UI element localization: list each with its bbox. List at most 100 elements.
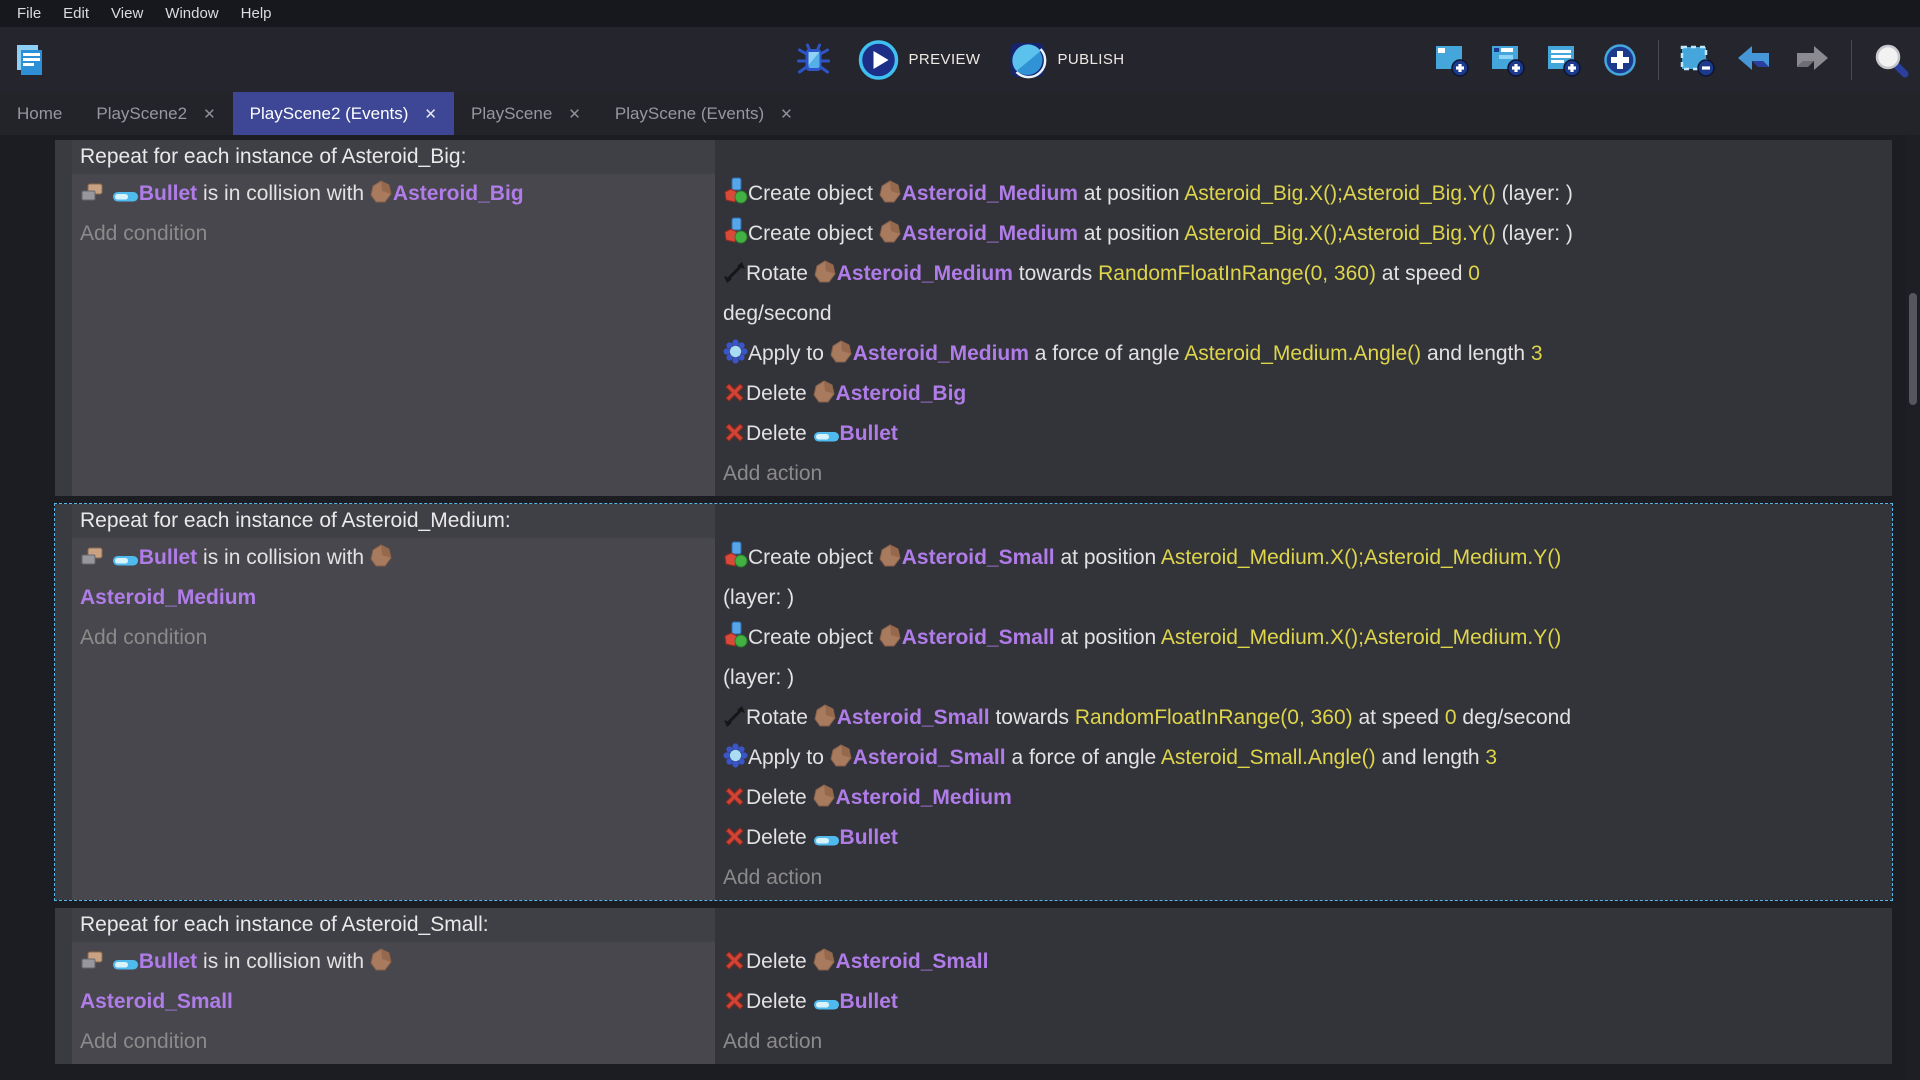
add-comment-icon[interactable]	[1546, 43, 1582, 77]
action-row[interactable]: Delete Bullet	[715, 414, 1892, 454]
action-row[interactable]: Rotate Asteroid_Small towards RandomFloa…	[715, 698, 1892, 738]
row-text: Delete	[746, 786, 813, 809]
action-row[interactable]: Delete Asteroid_Big	[715, 374, 1892, 414]
row-text: Rotate	[746, 262, 814, 285]
asteroid-icon	[813, 942, 836, 982]
event-left-column: Repeat for each instance of Asteroid_Med…	[72, 504, 715, 900]
row-text: deg/second	[723, 302, 832, 325]
play-icon	[858, 39, 900, 81]
conditions-panel: Bullet is in collision with Asteroid_Sma…	[72, 942, 715, 1064]
menu-help[interactable]: Help	[230, 0, 283, 27]
add-action-button[interactable]: Add action	[715, 454, 1892, 494]
object-name: Bullet	[840, 422, 898, 445]
action-row[interactable]: Create object Asteroid_Small at position…	[715, 618, 1892, 698]
add-condition-button[interactable]: Add condition	[72, 1022, 715, 1062]
expression-value: Asteroid_Medium.X();Asteroid_Medium.Y()	[1161, 626, 1561, 649]
add-action-button[interactable]: Add action	[715, 1022, 1892, 1062]
condition-row[interactable]: Bullet is in collision with Asteroid_Big	[72, 174, 715, 214]
actions-panel: Create object Asteroid_Small at position…	[715, 504, 1892, 900]
publish-button[interactable]: PUBLISH	[1006, 39, 1124, 81]
scrollbar-thumb[interactable]	[1909, 293, 1917, 405]
toolbar-right-icons	[1434, 27, 1910, 92]
condition-row[interactable]: Bullet is in collision with Asteroid_Med…	[72, 538, 715, 618]
tab-home[interactable]: Home	[0, 92, 79, 135]
tab-playscene[interactable]: PlayScene✕	[454, 92, 598, 135]
close-icon[interactable]: ✕	[424, 105, 437, 123]
tab-playscene-events[interactable]: PlayScene (Events) ✕	[598, 92, 810, 135]
object-name: Asteroid_Small	[902, 546, 1055, 569]
menu-file[interactable]: File	[6, 0, 52, 27]
add-action-button[interactable]: Add action	[715, 858, 1892, 898]
action-row[interactable]: Create object Asteroid_Medium at positio…	[715, 174, 1892, 214]
tab-playscene2-events[interactable]: PlayScene2 (Events) ✕	[233, 92, 454, 135]
event-drag-handle[interactable]	[55, 908, 72, 1064]
action-row[interactable]: Delete Asteroid_Medium	[715, 778, 1892, 818]
row-text: Delete	[746, 422, 813, 445]
debug-icon[interactable]	[796, 42, 832, 78]
vertical-scrollbar[interactable]	[1906, 135, 1920, 1080]
close-icon[interactable]: ✕	[568, 105, 581, 123]
preview-button[interactable]: PREVIEW	[858, 39, 981, 81]
add-circle-icon[interactable]	[1602, 42, 1638, 78]
add-condition-button[interactable]: Add condition	[72, 214, 715, 254]
action-row[interactable]: Rotate Asteroid_Medium towards RandomFlo…	[715, 254, 1892, 334]
delete-icon	[723, 414, 746, 454]
action-row[interactable]: Delete Bullet	[715, 982, 1892, 1022]
expression-value: Asteroid_Big.X();Asteroid_Big.Y()	[1184, 222, 1496, 245]
asteroid-icon	[813, 778, 836, 818]
delete-icon	[723, 778, 746, 818]
row-text: at speed	[1353, 706, 1445, 729]
menu-view[interactable]: View	[100, 0, 154, 27]
event-block[interactable]: Repeat for each instance of Asteroid_Big…	[55, 140, 1892, 496]
event-drag-handle[interactable]	[55, 140, 72, 496]
event-block[interactable]: Repeat for each instance of Asteroid_Sma…	[55, 908, 1892, 1064]
asteroid-icon	[814, 698, 837, 738]
asteroid-icon	[814, 254, 837, 294]
event-left-column: Repeat for each instance of Asteroid_Sma…	[72, 908, 715, 1064]
row-text: Delete	[746, 382, 813, 405]
event-block[interactable]: Repeat for each instance of Asteroid_Med…	[55, 504, 1892, 900]
toolbar-separator	[1851, 40, 1852, 80]
bullet-icon	[813, 818, 840, 858]
undo-icon[interactable]	[1735, 43, 1773, 77]
menu-window[interactable]: Window	[154, 0, 229, 27]
action-row[interactable]: Apply to Asteroid_Small a force of angle…	[715, 738, 1892, 778]
action-row[interactable]: Create object Asteroid_Medium at positio…	[715, 214, 1892, 254]
tab-label: PlayScene2 (Events)	[250, 104, 409, 124]
redo-icon[interactable]	[1793, 43, 1831, 77]
action-row[interactable]: Create object Asteroid_Small at position…	[715, 538, 1892, 618]
asteroid-icon	[370, 174, 393, 214]
actions-panel: Create object Asteroid_Medium at positio…	[715, 140, 1892, 496]
event-header[interactable]: Repeat for each instance of Asteroid_Big…	[72, 140, 715, 174]
action-row[interactable]: Apply to Asteroid_Medium a force of angl…	[715, 334, 1892, 374]
tab-label: PlayScene (Events)	[615, 104, 764, 124]
delete-selection-icon[interactable]	[1679, 43, 1715, 77]
project-manager-icon[interactable]	[12, 43, 46, 77]
expression-value: 0	[1445, 706, 1457, 729]
event-content: Repeat for each instance of Asteroid_Big…	[72, 140, 1892, 496]
close-icon[interactable]: ✕	[780, 105, 793, 123]
bullet-icon	[112, 174, 139, 214]
delete-icon	[723, 982, 746, 1022]
action-row[interactable]: Delete Asteroid_Small	[715, 942, 1892, 982]
add-event-icon[interactable]	[1434, 43, 1470, 77]
menu-edit[interactable]: Edit	[52, 0, 100, 27]
bullet-icon	[813, 414, 840, 454]
event-header[interactable]: Repeat for each instance of Asteroid_Med…	[72, 504, 715, 538]
close-icon[interactable]: ✕	[203, 105, 216, 123]
event-header[interactable]: Repeat for each instance of Asteroid_Sma…	[72, 908, 715, 942]
row-text: at speed	[1376, 262, 1468, 285]
asteroid-icon	[879, 618, 902, 658]
object-name: Asteroid_Small	[853, 746, 1006, 769]
tab-bar: HomePlayScene2✕PlayScene2 (Events)✕PlayS…	[0, 92, 1920, 135]
search-icon[interactable]	[1872, 41, 1910, 79]
event-drag-handle[interactable]	[55, 504, 72, 900]
tab-playscene2[interactable]: PlayScene2✕	[79, 92, 232, 135]
row-text: at position	[1078, 222, 1184, 245]
add-subevent-icon[interactable]	[1490, 43, 1526, 77]
object-name: Bullet	[840, 990, 898, 1013]
action-row[interactable]: Delete Bullet	[715, 818, 1892, 858]
row-text: (layer: )	[1496, 222, 1573, 245]
condition-row[interactable]: Bullet is in collision with Asteroid_Sma…	[72, 942, 715, 1022]
add-condition-button[interactable]: Add condition	[72, 618, 715, 658]
